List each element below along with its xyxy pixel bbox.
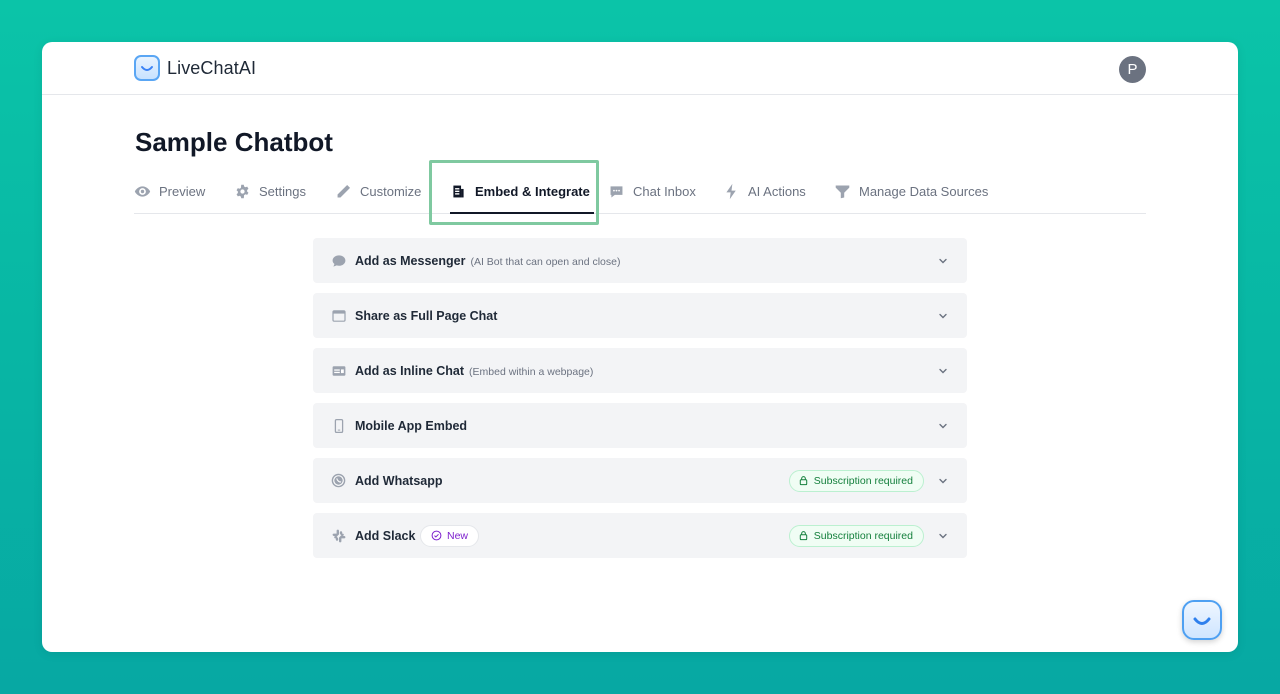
- item-label: Add as Messenger (AI Bot that can open an…: [355, 254, 620, 268]
- gear-icon: [234, 183, 251, 200]
- whatsapp-icon: [330, 472, 347, 489]
- item-sublabel: (AI Bot that can open and close): [470, 255, 621, 268]
- tab-preview[interactable]: Preview: [134, 170, 205, 213]
- eye-icon: [134, 183, 151, 200]
- chevron-down-icon[interactable]: [937, 420, 949, 432]
- livechatai-logo-icon: [134, 55, 160, 81]
- tab-settings[interactable]: Settings: [234, 170, 306, 213]
- tab-manage-data-sources[interactable]: Manage Data Sources: [834, 170, 988, 213]
- badge-text: Subscription required: [813, 474, 913, 487]
- user-avatar[interactable]: P: [1119, 56, 1146, 83]
- tab-label: Settings: [259, 184, 306, 199]
- item-title: Add Slack: [355, 528, 416, 543]
- brand[interactable]: LiveChatAI: [134, 55, 256, 81]
- item-title: Add as Messenger: [355, 253, 466, 268]
- slack-icon: [330, 527, 347, 544]
- integration-item-full-page-chat[interactable]: Share as Full Page Chat: [313, 293, 967, 338]
- chat-widget-launcher-button[interactable]: [1182, 600, 1222, 640]
- chevron-down-icon[interactable]: [937, 475, 949, 487]
- badge-text: Subscription required: [813, 529, 913, 542]
- tab-chat-inbox[interactable]: Chat Inbox: [608, 170, 696, 213]
- chevron-down-icon[interactable]: [937, 255, 949, 267]
- tab-embed-integrate[interactable]: Embed & Integrate: [450, 170, 594, 214]
- top-navigation-bar: LiveChatAI P: [42, 42, 1238, 95]
- badge-text: New: [447, 529, 469, 542]
- document-icon: [450, 183, 467, 200]
- browser-window-icon: [330, 307, 347, 324]
- new-badge: New: [420, 524, 480, 547]
- mobile-phone-icon: [330, 417, 347, 434]
- app-window: LiveChatAI P Sample Chatbot Preview Sett…: [42, 42, 1238, 652]
- tab-label: Embed & Integrate: [475, 184, 590, 199]
- funnel-icon: [834, 183, 851, 200]
- tab-label: Customize: [360, 184, 422, 199]
- chat-widget-smile-icon: [1193, 617, 1211, 625]
- lightning-icon: [723, 183, 740, 200]
- subscription-required-badge: Subscription required: [788, 524, 924, 547]
- tab-label: Manage Data Sources: [859, 184, 989, 199]
- item-title: Mobile App Embed: [355, 418, 468, 433]
- check-circle-icon: [431, 530, 442, 541]
- pencil-icon: [335, 183, 352, 200]
- integration-list: Add as Messenger (AI Bot that can open an…: [313, 238, 967, 568]
- integration-item-inline-chat[interactable]: Add as Inline Chat (Embed within a webpag…: [313, 348, 967, 393]
- tab-bar: Preview Settings Customize Embed & Integ…: [134, 170, 1146, 214]
- item-label: Share as Full Page Chat: [355, 309, 497, 323]
- tab-ai-actions[interactable]: AI Actions: [723, 170, 806, 213]
- inline-embed-icon: [330, 362, 347, 379]
- item-sublabel: (Embed within a webpage): [469, 365, 594, 378]
- chevron-down-icon[interactable]: [937, 530, 949, 542]
- integration-item-messenger[interactable]: Add as Messenger (AI Bot that can open an…: [313, 238, 967, 283]
- speech-bubble-icon: [330, 252, 347, 269]
- item-title: Add as Inline Chat: [355, 363, 465, 378]
- item-label: Mobile App Embed: [355, 419, 467, 433]
- brand-name: LiveChatAI: [167, 57, 257, 78]
- chevron-down-icon[interactable]: [937, 310, 949, 322]
- subscription-required-badge: Subscription required: [788, 469, 924, 492]
- item-title: Add Whatsapp: [355, 473, 443, 488]
- tab-customize[interactable]: Customize: [335, 170, 421, 213]
- lock-icon: [799, 476, 807, 486]
- item-title: Share as Full Page Chat: [355, 308, 498, 323]
- integration-item-slack[interactable]: Add Slack New Subscription required: [313, 513, 967, 558]
- item-label: Add Whatsapp: [355, 474, 443, 488]
- chevron-down-icon[interactable]: [937, 365, 949, 377]
- integration-item-whatsapp[interactable]: Add Whatsapp Subscription required: [313, 458, 967, 503]
- integration-item-mobile-app[interactable]: Mobile App Embed: [313, 403, 967, 448]
- tab-label: Preview: [159, 184, 206, 199]
- item-label: Add as Inline Chat (Embed within a webpag…: [355, 364, 593, 378]
- tab-label: Chat Inbox: [633, 184, 696, 199]
- tab-label: AI Actions: [748, 184, 806, 199]
- item-label: Add Slack: [355, 529, 415, 543]
- chat-bubble-icon: [608, 183, 625, 200]
- lock-icon: [799, 531, 807, 541]
- page-title: Sample Chatbot: [135, 127, 333, 157]
